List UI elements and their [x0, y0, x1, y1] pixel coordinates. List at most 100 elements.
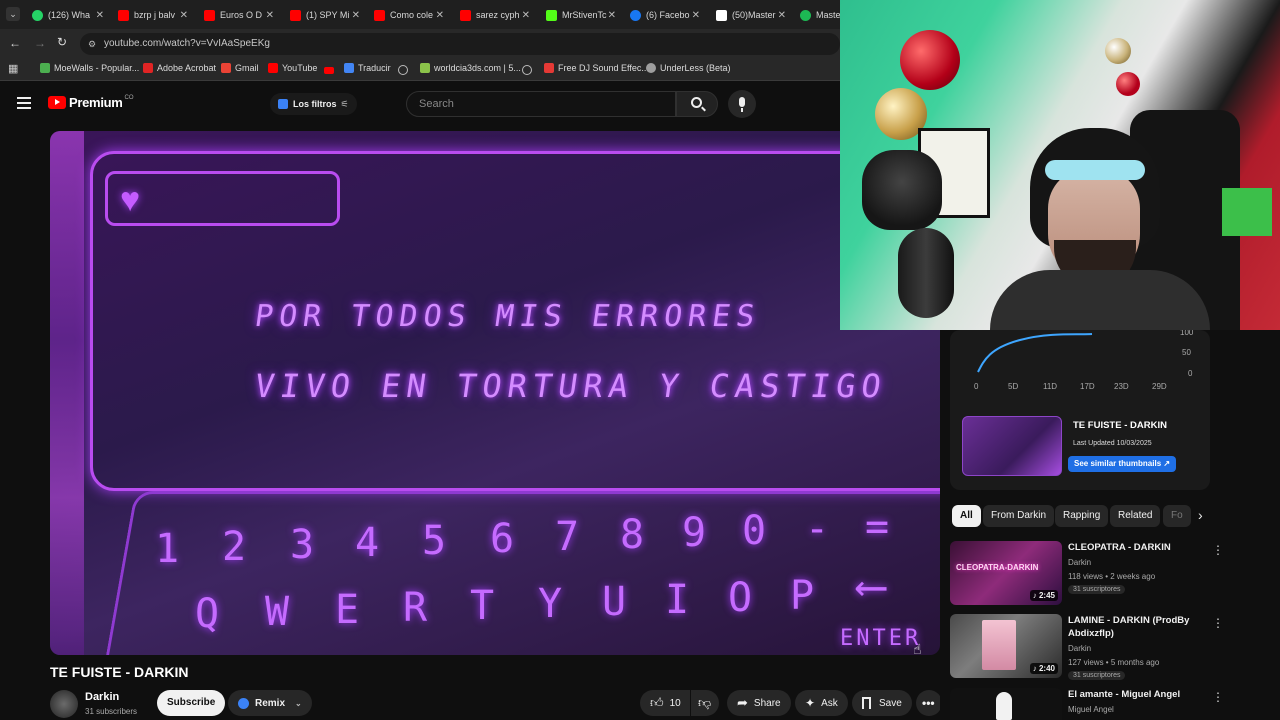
browser-tab[interactable]: (126) Wha ✕ — [32, 4, 104, 26]
chip-related[interactable]: Related — [1110, 505, 1161, 527]
close-icon[interactable]: ✕ — [692, 10, 700, 21]
search-button[interactable] — [676, 91, 718, 117]
globe-icon[interactable] — [522, 65, 532, 75]
ornament-red — [900, 30, 960, 90]
logo-text: Premium — [69, 95, 123, 110]
bookmark[interactable]: Traducir — [344, 63, 391, 73]
browser-tab[interactable]: (50)Master ✕ — [716, 4, 786, 26]
browser-tab[interactable]: (6) Facebo ✕ — [630, 4, 700, 26]
bookmark[interactable]: MoeWalls - Popular... — [40, 63, 139, 73]
bookmark[interactable]: UnderLess (Beta) — [646, 63, 731, 73]
tab-search-icon[interactable]: ⌄ — [6, 7, 20, 21]
more-vertical-icon[interactable]: ⋮ — [1212, 616, 1224, 630]
plush-toy — [862, 150, 942, 230]
remix-button[interactable]: Remix ⌄ — [228, 690, 312, 716]
related-title[interactable]: LAMINE - DARKIN (ProdBy Abdixzflp) — [1068, 614, 1208, 640]
stats-panel: 100 50 0 0 5D 11D 17D 23D 29D TE FUISTE … — [950, 328, 1210, 490]
close-icon[interactable]: ✕ — [778, 10, 786, 21]
key: 6 — [490, 516, 515, 562]
video-player[interactable]: ♥ POR TODOS MIS ERRORES VIVO EN TORTURA … — [50, 131, 940, 655]
sparkle-icon: ✦ — [805, 696, 816, 710]
key: 5 — [422, 518, 447, 564]
bookmark[interactable]: Gmail — [221, 63, 259, 73]
backspace-arrow-icon: ⟵ — [858, 561, 885, 612]
like-button[interactable]: 👍︎ 10 — [640, 690, 690, 716]
x-tick: 17D — [1080, 382, 1095, 391]
youtube-logo[interactable]: Premium CO — [48, 95, 134, 110]
whatsapp-icon — [32, 9, 43, 21]
share-button[interactable]: ➦ Share — [727, 690, 791, 716]
mouse-cursor-icon: ☝︎ — [913, 641, 922, 657]
key: W — [265, 589, 290, 635]
youtube-icon — [460, 9, 471, 21]
bookmark[interactable]: worldcia3ds.com | 5... — [420, 63, 521, 73]
reload-icon[interactable]: ↻ — [57, 35, 67, 49]
key: - — [805, 506, 830, 552]
related-title[interactable]: CLEOPATRA - DARKIN — [1068, 541, 1208, 554]
related-video[interactable]: El amante - Miguel Angel Miguel Angel ⋮ — [950, 688, 1230, 720]
menu-icon[interactable] — [17, 97, 31, 109]
apps-grid-icon[interactable]: ▦ — [8, 62, 18, 75]
bookmark[interactable]: Adobe Acrobat — [143, 63, 216, 73]
search-input[interactable]: Search — [406, 91, 676, 117]
browser-tab[interactable]: bzrp j balv ✕ — [118, 4, 188, 26]
subscribe-button[interactable]: Subscribe — [157, 690, 226, 716]
url-field[interactable]: ⚙ youtube.com/watch?v=VvIAaSpeEKg — [80, 33, 840, 55]
browser-tab[interactable]: Como cole ✕ — [374, 4, 444, 26]
forward-icon[interactable]: → — [34, 36, 46, 50]
close-icon[interactable]: ✕ — [96, 10, 104, 21]
chip-rapping[interactable]: Rapping — [1055, 505, 1109, 527]
browser-tab[interactable]: Euros O D ✕ — [204, 4, 274, 26]
browser-tab[interactable]: sarez cyph ✕ — [460, 4, 530, 26]
globe-icon[interactable] — [398, 65, 408, 75]
channel-avatar[interactable] — [50, 690, 78, 718]
save-button[interactable]: Save — [852, 690, 912, 716]
worldcia-icon — [420, 63, 430, 73]
browser-tab[interactable]: Master — [800, 4, 840, 26]
close-icon[interactable]: ✕ — [608, 10, 616, 21]
x-tick: 0 — [974, 382, 979, 391]
dj-icon — [544, 63, 554, 73]
browser-tab[interactable]: (1) SPY Mi ✕ — [290, 4, 360, 26]
related-thumbnail[interactable]: CLEOPATRA-DARKIN ♪ 2:45 — [950, 541, 1062, 605]
subscriber-count: 31 subscribers — [85, 707, 138, 716]
filters-button[interactable]: Los filtros ⚟ — [270, 93, 357, 115]
close-icon[interactable]: ✕ — [522, 10, 530, 21]
x-tick: 11D — [1043, 382, 1058, 391]
chevron-right-icon[interactable]: › — [1198, 507, 1203, 523]
browser-tab[interactable]: MrStivenTc ✕ — [546, 4, 616, 26]
chip-more[interactable]: Fo — [1163, 505, 1191, 527]
close-icon[interactable]: ✕ — [436, 10, 444, 21]
stats-thumbnail[interactable] — [962, 416, 1062, 476]
more-vertical-icon[interactable]: ⋮ — [1212, 543, 1224, 557]
dislike-button[interactable]: 👎︎ — [691, 690, 719, 716]
see-similar-thumbnails-button[interactable]: See similar thumbnails ↗ — [1068, 456, 1177, 472]
left-edge-glow — [50, 131, 84, 655]
youtube-icon — [268, 63, 278, 73]
related-title[interactable]: El amante - Miguel Angel — [1068, 688, 1208, 701]
more-actions-button[interactable]: ••• — [916, 690, 942, 716]
site-info-icon[interactable]: ⚙ — [88, 33, 96, 55]
chip-from-darkin[interactable]: From Darkin — [983, 505, 1055, 527]
channel-name[interactable]: Darkin — [85, 691, 119, 703]
silhouette-figure — [996, 692, 1012, 720]
related-thumbnail[interactable]: ♪ 2:40 — [950, 614, 1062, 678]
voice-search-button[interactable] — [728, 90, 756, 118]
bookmark[interactable]: Free DJ Sound Effec... — [544, 63, 649, 73]
microphone — [898, 228, 954, 318]
chip-all[interactable]: All — [952, 505, 981, 527]
ask-button[interactable]: ✦ Ask — [795, 690, 848, 716]
close-icon[interactable]: ✕ — [266, 10, 274, 21]
back-icon[interactable]: ← — [9, 36, 21, 50]
close-icon[interactable]: ✕ — [352, 10, 360, 21]
stats-video-title: TE FUISTE - DARKIN — [1073, 420, 1167, 431]
youtube-icon — [374, 9, 385, 21]
more-vertical-icon[interactable]: ⋮ — [1212, 690, 1224, 704]
related-thumbnail[interactable] — [950, 688, 1062, 720]
youtube-icon[interactable] — [324, 67, 334, 74]
related-video[interactable]: CLEOPATRA-DARKIN ♪ 2:45 CLEOPATRA - DARK… — [950, 541, 1230, 609]
bookmark[interactable]: YouTube — [268, 63, 317, 73]
related-video[interactable]: ♪ 2:40 LAMINE - DARKIN (ProdBy Abdixzflp… — [950, 614, 1230, 682]
close-icon[interactable]: ✕ — [180, 10, 188, 21]
thumbs-down-icon: 👎︎ — [698, 695, 712, 710]
